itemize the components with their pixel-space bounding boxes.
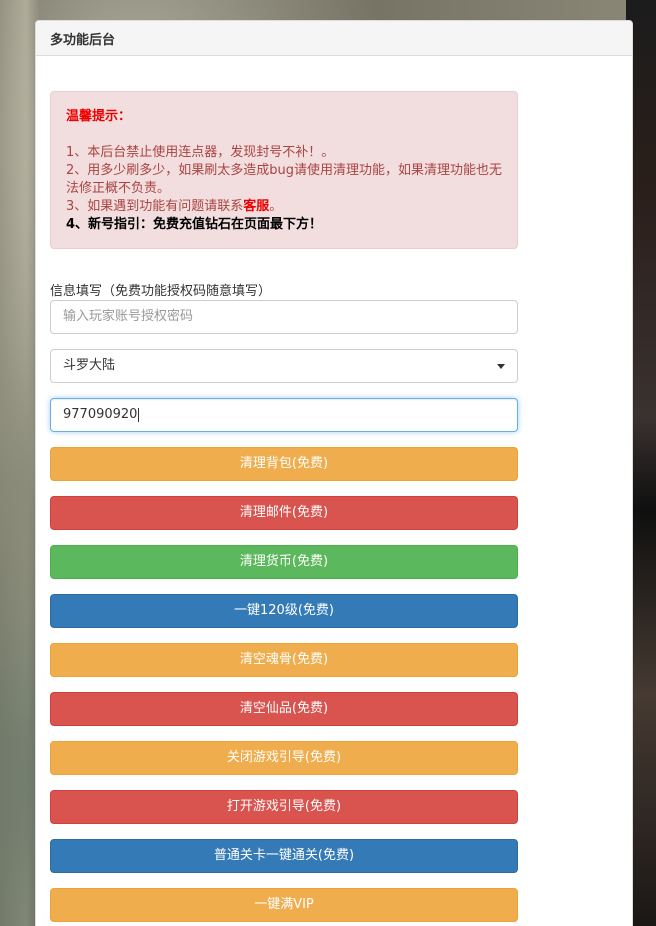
open-game-guide-button[interactable]: 打开游戏引导(免费)	[50, 790, 518, 824]
notice-line-3: 3、如果遇到功能有问题请联系客服。	[66, 198, 503, 216]
clear-bag-button[interactable]: 清理背包(免费)	[50, 447, 518, 481]
clear-mail-button[interactable]: 清理邮件(免费)	[50, 496, 518, 530]
max-vip-button[interactable]: 一键满VIP	[50, 888, 518, 922]
customer-service-text: 客服	[243, 199, 270, 214]
clear-all-levels-button[interactable]: 普通关卡一键通关(免费)	[50, 839, 518, 873]
clear-immortal-item-button[interactable]: 清空仙品(免费)	[50, 692, 518, 726]
panel-title: 多功能后台	[36, 21, 632, 56]
notice-line-3-suffix: 。	[269, 199, 283, 214]
panel-body: 温馨提示： 1、本后台禁止使用连点器，发现封号不补！。 2、用多少刷多少，如果刷…	[36, 56, 632, 922]
action-button-list: 清理背包(免费) 清理邮件(免费) 清理货币(免费) 一键120级(免费) 清空…	[50, 447, 518, 922]
text-cursor	[138, 407, 140, 422]
notice-line-3-prefix: 3、如果遇到功能有问题请联系	[66, 199, 244, 214]
main-panel: 多功能后台 温馨提示： 1、本后台禁止使用连点器，发现封号不补！。 2、用多少刷…	[35, 20, 633, 926]
close-game-guide-button[interactable]: 关闭游戏引导(免费)	[50, 741, 518, 775]
chevron-down-icon	[497, 364, 505, 369]
server-select[interactable]: 斗罗大陆	[50, 349, 518, 383]
notice-line-1: 1、本后台禁止使用连点器，发现封号不补！。	[66, 145, 335, 160]
auth-password-input[interactable]: 输入玩家账号授权密码	[50, 300, 518, 334]
level-120-button[interactable]: 一键120级(免费)	[50, 594, 518, 628]
notice-alert: 温馨提示： 1、本后台禁止使用连点器，发现封号不补！。 2、用多少刷多少，如果刷…	[50, 91, 518, 249]
form-label: 信息填写（免费功能授权码随意填写）	[50, 284, 272, 299]
notice-line-4: 4、新号指引：免费充值钻石在页面最下方！	[66, 217, 323, 232]
clear-soul-bone-button[interactable]: 清空魂骨(免费)	[50, 643, 518, 677]
clear-currency-button[interactable]: 清理货币(免费)	[50, 545, 518, 579]
server-select-value: 斗罗大陆	[63, 358, 116, 373]
account-input-value: 977090920	[63, 407, 138, 422]
account-input[interactable]: 977090920	[50, 398, 518, 432]
notice-title: 温馨提示：	[66, 109, 132, 124]
notice-line-2: 2、用多少刷多少，如果刷太多造成bug请使用清理功能，如果清理功能也无法修正概不…	[66, 163, 503, 196]
